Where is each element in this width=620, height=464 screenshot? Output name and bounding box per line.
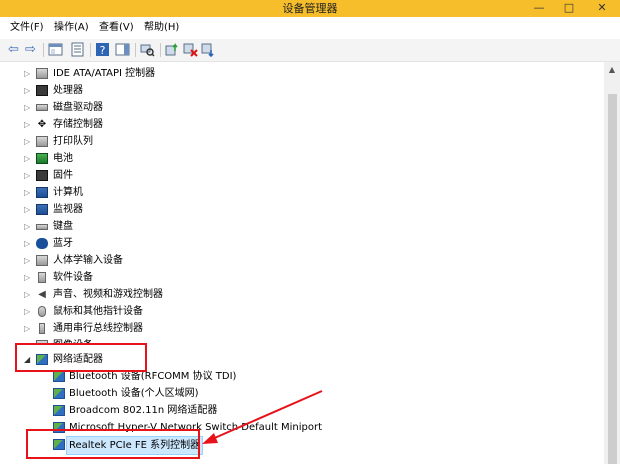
annotation-arrow <box>202 390 323 444</box>
